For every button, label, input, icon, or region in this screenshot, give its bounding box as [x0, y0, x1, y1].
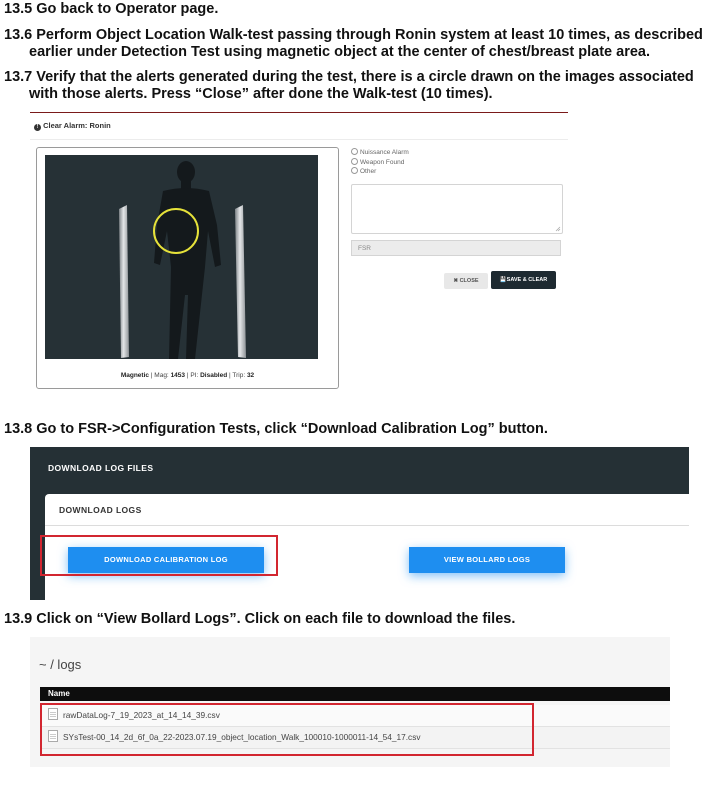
- clear-alarm-dialog: ! Clear Alarm: Ronin Magnetic | Mag: 145…: [30, 112, 568, 396]
- panel-title: DOWNLOAD LOG FILES: [48, 463, 154, 473]
- highlight-box: [40, 703, 534, 756]
- caption-mag-label: | Mag:: [150, 372, 171, 379]
- person-silhouette: [154, 161, 221, 359]
- divider: [45, 525, 689, 526]
- logs-directory-listing: ~ / logs Name rawDataLog-7_19_2023_at_14…: [30, 637, 670, 767]
- view-bollard-logs-button[interactable]: VIEW BOLLARD LOGS: [409, 547, 565, 573]
- step-13-7-line2: with those alerts. Press “Close” after d…: [29, 86, 493, 102]
- fsr-field[interactable]: FSR: [351, 240, 561, 256]
- step-13-8: 13.8 Go to FSR->Configuration Tests, cli…: [4, 421, 548, 437]
- divider: [30, 112, 568, 113]
- radio-label: Weapon Found: [360, 158, 405, 166]
- caption-prefix: Magnetic: [120, 372, 149, 379]
- step-13-5: 13.5 Go back to Operator page.: [4, 1, 219, 17]
- step-13-7: 13.7 Verify that the alerts generated du…: [4, 69, 694, 103]
- caption-trip-label: | Trip:: [227, 372, 247, 379]
- step-13-7-line1: 13.7 Verify that the alerts generated du…: [4, 69, 694, 85]
- step-13-9: 13.9 Click on “View Bollard Logs”. Click…: [4, 611, 516, 627]
- download-log-files-panel: DOWNLOAD LOG FILES DOWNLOAD LOGS DOWNLOA…: [30, 447, 689, 600]
- dialog-title-text: Clear Alarm: Ronin: [43, 121, 111, 130]
- walkthrough-silhouette-image: [119, 161, 246, 359]
- radio-circle-icon[interactable]: [351, 167, 358, 174]
- caption-trip-value: 32: [246, 372, 255, 379]
- radio-label: Other: [360, 168, 377, 175]
- exclamation-circle-icon: !: [34, 124, 41, 131]
- divider: [30, 139, 568, 140]
- step-13-6-line1: 13.6 Perform Object Location Walk-test p…: [4, 27, 703, 43]
- save-and-clear-button[interactable]: 💾SAVE & CLEAR: [491, 271, 556, 289]
- right-bollard: [235, 205, 246, 358]
- notes-textarea[interactable]: [351, 184, 563, 234]
- column-header-name[interactable]: Name: [40, 687, 670, 701]
- scan-caption: Magnetic | Mag: 1453 | PI: Disabled | Tr…: [37, 372, 338, 379]
- radio-circle-icon[interactable]: [351, 157, 358, 165]
- directory-path: ~ / logs: [39, 657, 82, 672]
- close-button[interactable]: ✖ CLOSE: [444, 273, 488, 289]
- step-13-6-line2: earlier under Detection Test using magne…: [29, 44, 650, 60]
- caption-pi-label: | PI:: [185, 372, 201, 379]
- radio-circle-icon[interactable]: [351, 148, 358, 155]
- highlight-box: [40, 535, 278, 576]
- caption-mag-value: 1453: [170, 372, 186, 379]
- dialog-title: ! Clear Alarm: Ronin: [34, 121, 111, 131]
- radio-weapon-found[interactable]: Weapon Found: [351, 157, 409, 168]
- radio-label: Nuissance Alarm: [360, 149, 409, 156]
- card-title: DOWNLOAD LOGS: [59, 505, 142, 515]
- alarm-reason-options: Nuissance Alarm Weapon Found Other: [351, 148, 409, 177]
- alarm-image-card: Magnetic | Mag: 1453 | PI: Disabled | Tr…: [36, 147, 339, 389]
- radio-other[interactable]: Other: [351, 167, 409, 177]
- radio-nuisance-alarm[interactable]: Nuissance Alarm: [351, 148, 409, 158]
- caption-pi-value: Disabled: [200, 372, 228, 379]
- scan-image: [45, 155, 318, 359]
- resize-handle-icon[interactable]: [555, 226, 561, 232]
- left-bollard: [119, 205, 129, 358]
- step-13-6: 13.6 Perform Object Location Walk-test p…: [4, 27, 703, 61]
